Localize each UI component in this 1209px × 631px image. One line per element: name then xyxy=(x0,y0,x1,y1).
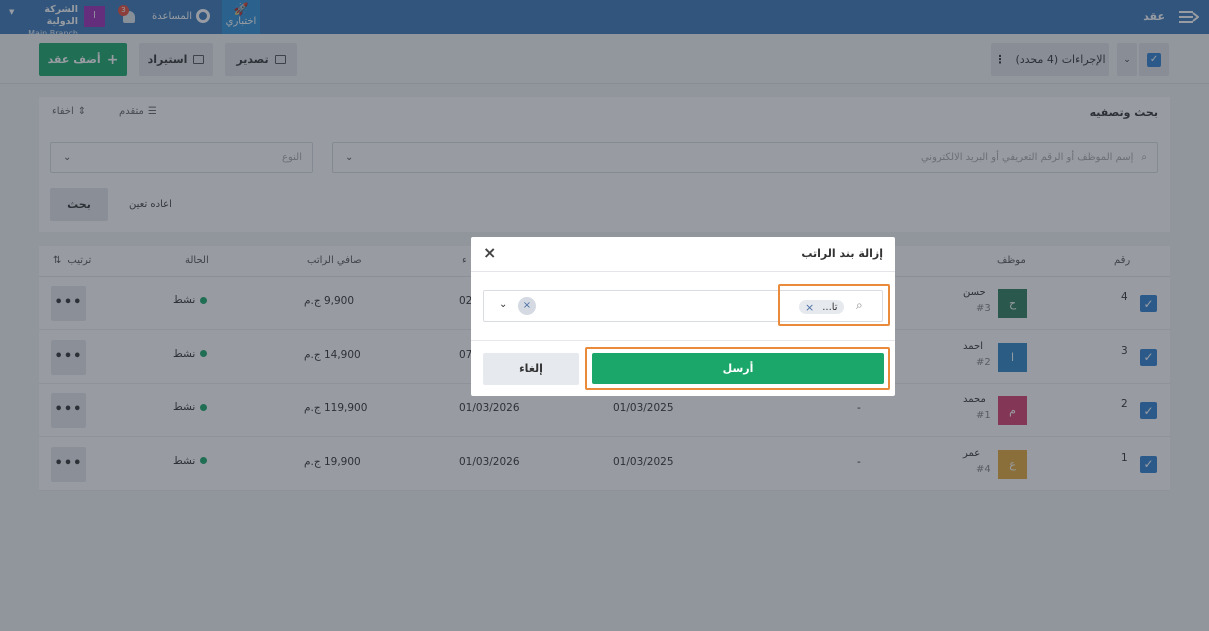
dialog-title: إزالة بند الراتب xyxy=(801,247,883,260)
send-button-highlight: أرسل xyxy=(585,347,890,390)
close-icon[interactable]: × xyxy=(483,243,496,262)
send-button[interactable]: أرسل xyxy=(592,353,884,384)
clear-selection-icon[interactable]: × xyxy=(518,297,536,315)
chevron-down-icon[interactable]: ⌄ xyxy=(499,299,507,310)
divider xyxy=(471,340,895,341)
remove-salary-item-dialog: إزالة بند الراتب × ⌄ × ⌕ تا... × إلغاء أ… xyxy=(471,237,895,396)
search-icon: ⌕ xyxy=(856,298,863,312)
tag-label: تا... xyxy=(822,301,838,313)
selected-salary-item-tag[interactable]: تا... × xyxy=(799,300,844,314)
cancel-button[interactable]: إلغاء xyxy=(483,353,579,385)
dialog-header: إزالة بند الراتب × xyxy=(471,237,895,272)
selected-item-highlight: ⌕ تا... × xyxy=(778,284,890,326)
remove-tag-icon[interactable]: × xyxy=(805,301,814,314)
